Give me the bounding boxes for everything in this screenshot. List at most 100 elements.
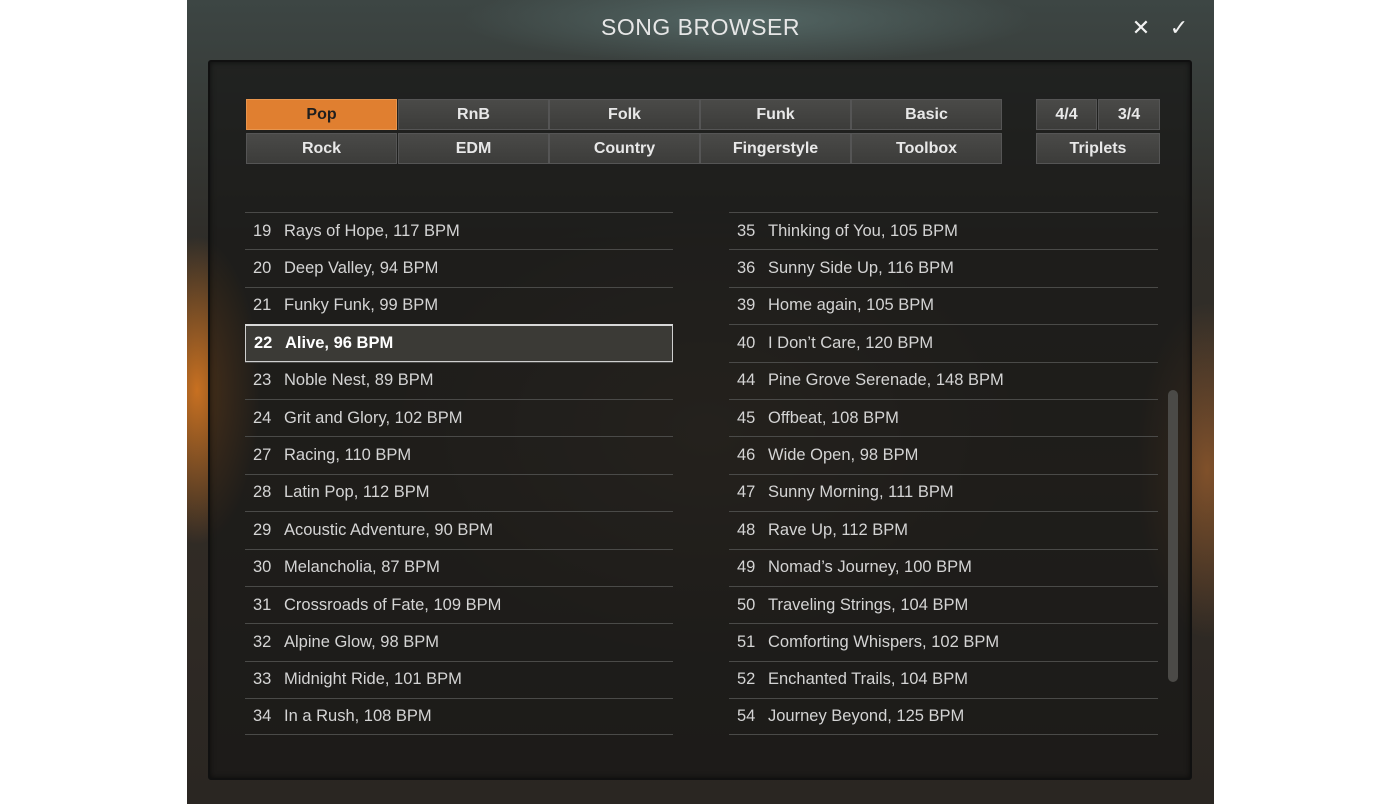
song-row[interactable]: 27 Racing, 110 BPM	[245, 436, 673, 473]
song-list-right: 35 Thinking of You, 105 BPM 36 Sunny Side U…	[729, 212, 1158, 736]
song-number: 19	[253, 221, 272, 240]
song-row[interactable]: 36 Sunny Side Up, 116 BPM	[729, 249, 1158, 286]
song-number: 21	[253, 296, 272, 315]
song-number: 46	[737, 446, 756, 465]
tab-meter-4-4[interactable]: 4/4	[1036, 99, 1097, 130]
tab-folk[interactable]: Folk	[549, 99, 700, 130]
tab-funk[interactable]: Funk	[700, 99, 851, 130]
tab-edm[interactable]: EDM	[398, 133, 549, 164]
song-row[interactable]: 29 Acoustic Adventure, 90 BPM	[245, 511, 673, 548]
tab-pop[interactable]: Pop	[246, 99, 397, 130]
song-row[interactable]: 22 Alive, 96 BPM	[245, 324, 673, 362]
song-number: 44	[737, 371, 756, 390]
song-row[interactable]: 40 I Don’t Care, 120 BPM	[729, 324, 1158, 361]
song-row[interactable]: 54 Journey Beyond, 125 BPM	[729, 698, 1158, 736]
song-title: Wide Open, 98 BPM	[768, 446, 919, 465]
song-row[interactable]: 50 Traveling Strings, 104 BPM	[729, 585, 1158, 623]
song-number: 23	[253, 371, 272, 390]
browser-panel: Pop RnB Folk Funk Basic Rock EDM Country…	[208, 60, 1192, 780]
song-number: 47	[737, 483, 756, 502]
song-row[interactable]: 32 Alpine Glow, 98 BPM	[245, 623, 673, 660]
tab-country[interactable]: Country	[549, 133, 700, 164]
song-number: 24	[253, 408, 272, 427]
song-number: 22	[254, 333, 273, 352]
song-title: Rays of Hope, 117 BPM	[284, 221, 460, 240]
song-row[interactable]: 35 Thinking of You, 105 BPM	[729, 212, 1158, 249]
tab-rnb[interactable]: RnB	[398, 99, 549, 130]
song-title: Acoustic Adventure, 90 BPM	[284, 520, 494, 539]
song-number: 36	[737, 259, 756, 278]
song-row[interactable]: 31 Crossroads of Fate, 109 BPM	[245, 585, 673, 623]
song-row[interactable]: 44 Pine Grove Serenade, 148 BPM	[729, 361, 1158, 399]
song-number: 48	[737, 520, 756, 539]
song-row[interactable]: 52 Enchanted Trails, 104 BPM	[729, 660, 1158, 698]
song-number: 50	[737, 595, 756, 614]
tab-triplets[interactable]: Triplets	[1036, 133, 1160, 164]
song-title: Deep Valley, 94 BPM	[284, 259, 439, 278]
song-number: 39	[737, 296, 756, 315]
song-title: Sunny Side Up, 116 BPM	[768, 259, 954, 278]
checkmark-icon[interactable]: ✓	[1165, 14, 1193, 42]
song-title: Latin Pop, 112 BPM	[284, 483, 430, 502]
song-row[interactable]: 45 Offbeat, 108 BPM	[729, 398, 1158, 436]
scrollbar[interactable]	[1168, 390, 1178, 682]
song-title: Noble Nest, 89 BPM	[284, 371, 434, 390]
song-row[interactable]: 34 In a Rush, 108 BPM	[245, 698, 673, 736]
song-number: 33	[253, 670, 272, 689]
song-title: Alpine Glow, 98 BPM	[284, 632, 439, 651]
song-number: 34	[253, 707, 272, 726]
window-title: SONG BROWSER	[601, 14, 800, 40]
song-row[interactable]: 28 Latin Pop, 112 BPM	[245, 473, 673, 511]
song-row[interactable]: 33 Midnight Ride, 101 BPM	[245, 660, 673, 698]
song-number: 27	[253, 446, 272, 465]
song-number: 32	[253, 632, 272, 651]
song-row[interactable]: 21 Funky Funk, 99 BPM	[245, 286, 673, 324]
song-number: 31	[253, 595, 272, 614]
song-title: Nomad’s Journey, 100 BPM	[768, 558, 972, 577]
tab-basic[interactable]: Basic	[851, 99, 1002, 130]
song-title: Home again, 105 BPM	[768, 296, 935, 315]
song-number: 49	[737, 558, 756, 577]
song-number: 52	[737, 670, 756, 689]
song-row[interactable]: 24 Grit and Glory, 102 BPM	[245, 398, 673, 436]
song-row[interactable]: 20 Deep Valley, 94 BPM	[245, 249, 673, 286]
tab-toolbox[interactable]: Toolbox	[851, 133, 1002, 164]
song-number: 29	[253, 520, 272, 539]
song-title: Offbeat, 108 BPM	[768, 408, 899, 427]
song-number: 35	[737, 221, 756, 240]
song-title: Journey Beyond, 125 BPM	[768, 707, 965, 726]
close-icon[interactable]: ✕	[1127, 14, 1155, 42]
song-title: Sunny Morning, 111 BPM	[768, 483, 954, 502]
song-row[interactable]: 39 Home again, 105 BPM	[729, 286, 1158, 324]
song-number: 51	[737, 632, 756, 651]
song-title: Racing, 110 BPM	[284, 446, 412, 465]
song-title: Alive, 96 BPM	[285, 333, 394, 352]
song-title: Pine Grove Serenade, 148 BPM	[768, 371, 1004, 390]
song-title: Enchanted Trails, 104 BPM	[768, 670, 968, 689]
song-title: Midnight Ride, 101 BPM	[284, 670, 462, 689]
song-row[interactable]: 46 Wide Open, 98 BPM	[729, 436, 1158, 473]
song-title: Melancholia, 87 BPM	[284, 558, 440, 577]
song-row[interactable]: 49 Nomad’s Journey, 100 BPM	[729, 548, 1158, 586]
song-title: Thinking of You, 105 BPM	[768, 221, 958, 240]
song-row[interactable]: 30 Melancholia, 87 BPM	[245, 548, 673, 586]
tab-fingerstyle[interactable]: Fingerstyle	[700, 133, 851, 164]
tab-meter-3-4[interactable]: 3/4	[1098, 99, 1160, 130]
song-row[interactable]: 47 Sunny Morning, 111 BPM	[729, 473, 1158, 511]
song-row[interactable]: 51 Comforting Whispers, 102 BPM	[729, 623, 1158, 660]
song-title: Funky Funk, 99 BPM	[284, 296, 439, 315]
song-row[interactable]: 23 Noble Nest, 89 BPM	[245, 361, 673, 399]
song-number: 45	[737, 408, 756, 427]
song-number: 20	[253, 259, 272, 278]
song-number: 28	[253, 483, 272, 502]
song-title: Traveling Strings, 104 BPM	[768, 595, 969, 614]
song-title: Comforting Whispers, 102 BPM	[768, 632, 1000, 651]
song-list-left: 19 Rays of Hope, 117 BPM 20 Deep Valley, 94…	[245, 212, 673, 736]
song-browser-window: SONG BROWSER ✕ ✓ Pop RnB Folk Funk Basic…	[187, 0, 1214, 804]
song-title: Crossroads of Fate, 109 BPM	[284, 595, 502, 614]
song-title: In a Rush, 108 BPM	[284, 707, 432, 726]
song-row[interactable]: 19 Rays of Hope, 117 BPM	[245, 212, 673, 249]
tab-rock[interactable]: Rock	[246, 133, 397, 164]
song-number: 54	[737, 707, 756, 726]
song-row[interactable]: 48 Rave Up, 112 BPM	[729, 511, 1158, 548]
